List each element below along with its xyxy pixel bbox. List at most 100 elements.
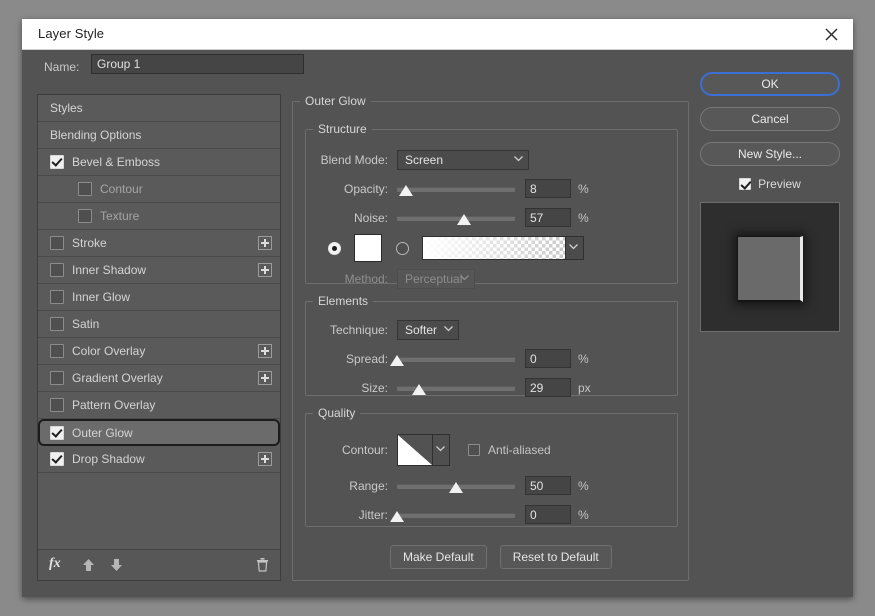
preview-checkbox[interactable] bbox=[739, 178, 752, 190]
opacity-slider[interactable] bbox=[397, 181, 515, 197]
spread-slider-track bbox=[397, 356, 515, 362]
fx-icon[interactable]: fx bbox=[49, 556, 61, 572]
glow-gradient-radio[interactable] bbox=[396, 241, 409, 255]
method-value: Perceptual bbox=[405, 272, 463, 286]
size-slider[interactable] bbox=[397, 380, 515, 396]
add-effect-icon[interactable] bbox=[258, 263, 272, 277]
style-item-stroke[interactable]: Stroke bbox=[38, 230, 280, 257]
jitter-slider[interactable] bbox=[390, 507, 515, 523]
cancel-button[interactable]: Cancel bbox=[700, 107, 840, 131]
style-item-blending-options[interactable]: Blending Options bbox=[38, 122, 280, 149]
style-item-inner-glow[interactable]: Inner Glow bbox=[38, 284, 280, 311]
range-row: Range: % bbox=[306, 476, 677, 495]
style-item-label: Stroke bbox=[72, 236, 107, 250]
style-item-checkbox[interactable] bbox=[50, 425, 64, 440]
noise-input[interactable] bbox=[525, 208, 571, 227]
preview-row: Preview bbox=[700, 177, 840, 191]
jitter-label: Jitter: bbox=[358, 507, 388, 522]
preview-thumbnail bbox=[700, 202, 840, 332]
opacity-row: Opacity: % bbox=[306, 179, 677, 198]
style-item-styles[interactable]: Styles bbox=[38, 95, 280, 122]
style-item-label: Bevel & Emboss bbox=[72, 155, 161, 169]
style-item-gradient-overlay[interactable]: Gradient Overlay bbox=[38, 365, 280, 392]
style-item-pattern-overlay[interactable]: Pattern Overlay bbox=[38, 392, 280, 419]
spread-slider[interactable] bbox=[390, 351, 515, 367]
add-effect-icon[interactable] bbox=[258, 344, 272, 358]
contour-dropdown-button[interactable] bbox=[432, 435, 449, 465]
style-item-outer-glow[interactable]: Outer Glow bbox=[38, 419, 280, 446]
size-slider-thumb[interactable] bbox=[412, 383, 427, 395]
opacity-slider-track bbox=[397, 186, 515, 192]
style-item-checkbox[interactable] bbox=[50, 452, 64, 466]
close-button[interactable] bbox=[809, 19, 853, 49]
outer-glow-group: Outer Glow Structure Blend Mode: Screen bbox=[292, 94, 689, 581]
technique-select[interactable]: Softer bbox=[397, 320, 459, 340]
jitter-unit: % bbox=[578, 507, 589, 522]
noise-row: Noise: % bbox=[306, 208, 677, 227]
range-label: Range: bbox=[349, 478, 388, 493]
make-default-button[interactable]: Make Default bbox=[390, 545, 487, 569]
size-input[interactable] bbox=[525, 378, 571, 397]
style-item-checkbox[interactable] bbox=[50, 371, 64, 385]
anti-aliased-checkbox[interactable] bbox=[468, 444, 480, 456]
contour-picker[interactable] bbox=[397, 434, 450, 466]
range-slider-thumb[interactable] bbox=[449, 481, 463, 493]
style-item-texture[interactable]: Texture bbox=[38, 203, 280, 230]
new-style-button[interactable]: New Style... bbox=[700, 142, 840, 166]
opacity-input[interactable] bbox=[525, 179, 571, 198]
arrow-down-icon[interactable] bbox=[110, 558, 123, 572]
arrow-up-icon[interactable] bbox=[82, 558, 95, 572]
style-item-checkbox[interactable] bbox=[50, 236, 64, 250]
style-item-label: Styles bbox=[50, 101, 83, 115]
name-input[interactable] bbox=[91, 54, 304, 74]
style-item-checkbox[interactable] bbox=[50, 317, 64, 331]
ok-button[interactable]: OK bbox=[700, 72, 840, 96]
glow-gradient-dropdown-button[interactable] bbox=[565, 237, 583, 259]
opacity-slider-thumb[interactable] bbox=[399, 184, 414, 196]
glow-color-radio[interactable] bbox=[328, 241, 341, 255]
range-slider[interactable] bbox=[397, 478, 515, 494]
elements-title: Elements bbox=[318, 294, 369, 308]
glow-gradient-picker[interactable] bbox=[422, 236, 584, 260]
noise-slider[interactable] bbox=[397, 210, 515, 226]
style-item-checkbox[interactable] bbox=[50, 398, 64, 412]
glow-color-swatch[interactable] bbox=[354, 234, 382, 262]
style-item-label: Texture bbox=[100, 209, 140, 223]
technique-value: Softer bbox=[405, 323, 438, 337]
add-effect-icon[interactable] bbox=[258, 452, 272, 466]
dialog-titlebar: Layer Style bbox=[22, 19, 853, 50]
styles-list: Styles Blending Options Bevel & Emboss Cont… bbox=[38, 95, 280, 473]
noise-slider-thumb[interactable] bbox=[457, 213, 472, 225]
add-effect-icon[interactable] bbox=[258, 236, 272, 250]
spread-unit: % bbox=[578, 351, 589, 366]
technique-label: Technique: bbox=[329, 323, 388, 337]
style-item-checkbox[interactable] bbox=[78, 182, 92, 196]
reset-to-default-button[interactable]: Reset to Default bbox=[499, 545, 612, 569]
glow-gradient-swatch bbox=[423, 237, 565, 259]
style-item-checkbox[interactable] bbox=[50, 263, 64, 277]
style-item-color-overlay[interactable]: Color Overlay bbox=[38, 338, 280, 365]
jitter-slider-thumb[interactable] bbox=[390, 510, 404, 522]
style-item-checkbox[interactable] bbox=[50, 155, 64, 169]
spread-input[interactable] bbox=[525, 349, 571, 368]
blend-mode-select[interactable]: Screen bbox=[397, 150, 529, 170]
style-item-drop-shadow[interactable]: Drop Shadow bbox=[38, 446, 280, 473]
style-item-checkbox[interactable] bbox=[50, 344, 64, 358]
spread-slider-thumb[interactable] bbox=[390, 354, 404, 366]
style-item-satin[interactable]: Satin bbox=[38, 311, 280, 338]
blend-mode-row: Blend Mode: Screen bbox=[306, 150, 677, 170]
style-item-inner-shadow[interactable]: Inner Shadow bbox=[38, 257, 280, 284]
opacity-unit: % bbox=[578, 181, 589, 196]
styles-panel-footer: fx bbox=[38, 549, 280, 580]
jitter-input[interactable] bbox=[525, 505, 571, 524]
close-icon bbox=[825, 28, 837, 40]
style-item-checkbox[interactable] bbox=[78, 209, 92, 223]
add-effect-icon[interactable] bbox=[258, 371, 272, 385]
style-item-checkbox[interactable] bbox=[50, 290, 64, 304]
style-item-bevel-emboss[interactable]: Bevel & Emboss bbox=[38, 149, 280, 176]
style-item-contour[interactable]: Contour bbox=[38, 176, 280, 203]
range-input[interactable] bbox=[525, 476, 571, 495]
blend-mode-label: Blend Mode: bbox=[320, 153, 388, 167]
style-item-label: Outer Glow bbox=[72, 425, 133, 440]
trash-icon[interactable] bbox=[256, 557, 269, 572]
